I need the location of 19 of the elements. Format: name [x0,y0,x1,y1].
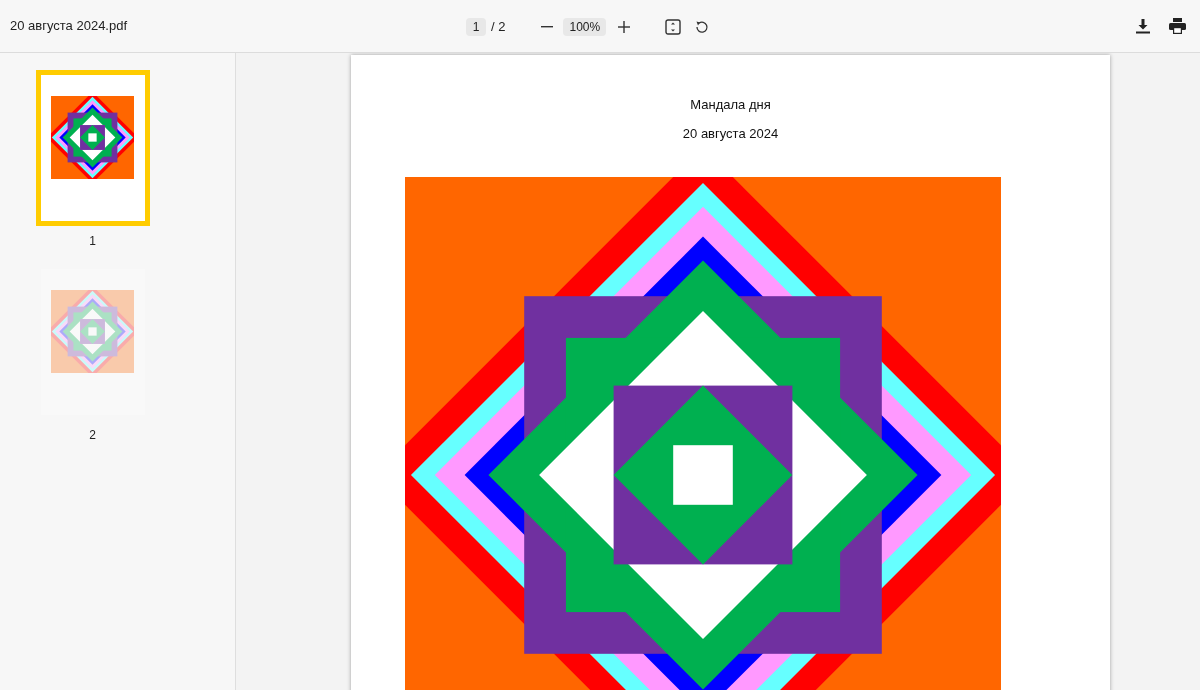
zoom-level[interactable]: 100% [563,17,607,36]
plus-icon [618,20,631,33]
print-icon [1168,18,1186,34]
minus-icon [541,25,554,28]
fit-page-button[interactable] [664,17,683,36]
print-button[interactable] [1168,17,1186,35]
page-title: Мандала дня [690,96,771,114]
download-button[interactable] [1134,17,1152,35]
download-icon [1136,18,1150,34]
page-number-field[interactable]: 1 [466,17,486,36]
page-number-label: 1 [89,233,96,250]
zoom-in-button[interactable] [616,18,633,35]
rotate-icon [695,19,710,34]
page-date: 20 августа 2024 [682,124,779,143]
page-number-label: 2 [89,427,96,444]
fit-page-icon [665,18,682,35]
page-thumbnail[interactable] [35,70,150,226]
page-count: / 2 [491,17,506,36]
file-name: 20 августа 2024.pdf [10,17,128,36]
